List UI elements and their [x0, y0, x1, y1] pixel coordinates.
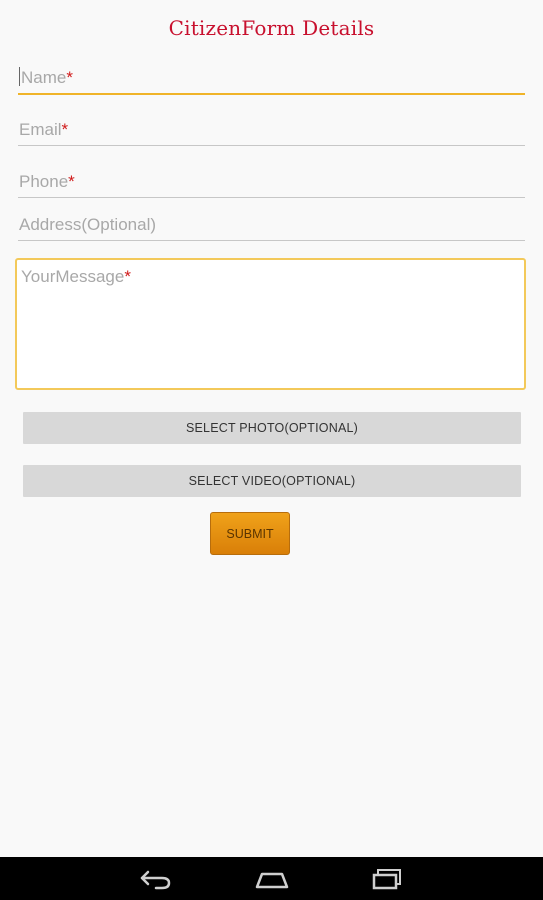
select-photo-button[interactable]: SELECT PHOTO(OPTIONAL) [23, 412, 521, 444]
address-field[interactable]: Address(Optional) [18, 210, 525, 241]
select-video-button[interactable]: SELECT VIDEO(OPTIONAL) [23, 465, 521, 497]
phone-field[interactable]: Phone* [18, 167, 525, 198]
home-icon[interactable] [253, 867, 291, 891]
message-textarea[interactable]: YourMessage* [15, 258, 526, 390]
required-mark: * [68, 172, 75, 191]
page-title: CitizenForm Details [168, 16, 375, 40]
address-placeholder: Address(Optional) [19, 215, 157, 234]
email-placeholder: Email [19, 120, 62, 139]
message-placeholder: YourMessage [21, 267, 125, 286]
name-field[interactable]: Name* [18, 63, 525, 95]
text-cursor [19, 67, 20, 86]
system-navigation-bar [0, 857, 543, 900]
name-placeholder: Name [21, 68, 67, 87]
required-mark: * [124, 267, 131, 286]
required-mark: * [66, 68, 73, 87]
phone-placeholder: Phone [19, 172, 69, 191]
required-mark: * [61, 120, 69, 139]
recent-apps-icon[interactable] [370, 867, 406, 891]
submit-button[interactable]: SUBMIT [210, 512, 290, 555]
back-icon[interactable] [138, 867, 174, 891]
email-field[interactable]: Email* [18, 115, 525, 146]
